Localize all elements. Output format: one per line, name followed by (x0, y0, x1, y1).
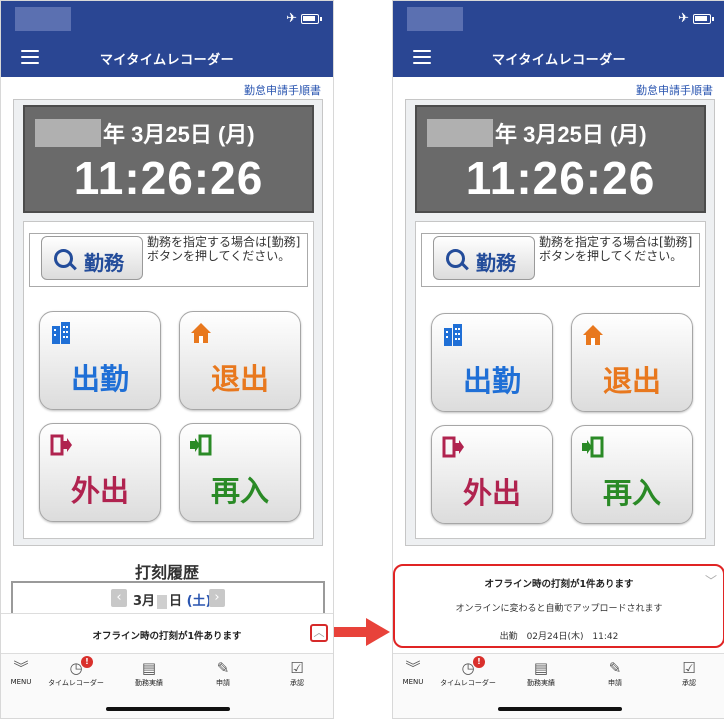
phone-screen-collapsed: ✈ マイタイムレコーダー 勤怠申請手順書 年 3月25日 (月) 11:26:2… (0, 0, 334, 719)
status-bar: ✈ (1, 1, 333, 37)
history-date-nav: ‹ 3月日 (土) › (11, 581, 325, 615)
clock-out-button[interactable]: 退出 (571, 313, 693, 412)
home-indicator (106, 707, 230, 711)
guide-link[interactable]: 勤怠申請手順書 (244, 82, 321, 98)
battery-icon (693, 14, 714, 24)
tab-application[interactable]: ✎ 申請 (191, 658, 255, 688)
app-header: マイタイムレコーダー (1, 37, 333, 77)
tab-application[interactable]: ✎ 申請 (583, 658, 647, 688)
next-day-icon[interactable]: › (209, 589, 225, 607)
current-date: 年 3月25日 (月) (495, 122, 647, 147)
collapse-chevron-down-icon[interactable]: ﹀ (705, 572, 717, 589)
history-title: 打刻履歴 (134, 563, 199, 582)
offline-entry: 出勤 02月24日(木) 11:42 (499, 632, 619, 642)
status-bar: ✈ (393, 1, 724, 37)
go-out-button[interactable]: 外出 (431, 425, 553, 524)
return-button[interactable]: 再入 (179, 423, 301, 522)
home-icon (191, 323, 211, 343)
offline-notice-bar[interactable]: オフライン時の打刻が1件あります (1, 613, 333, 654)
approve-document-icon: ☑ (682, 659, 696, 677)
current-time: 11:26:26 (465, 152, 656, 204)
enter-door-icon (582, 436, 604, 458)
kinmu-help-text: 勤務を指定する場合は[勤務]ボタンを押してください。 (539, 235, 693, 263)
tab-work-results[interactable]: ▤ 勤務実績 (509, 658, 573, 688)
carrier-redacted (407, 7, 463, 31)
document-icon: ▤ (533, 659, 549, 677)
guide-link[interactable]: 勤怠申請手順書 (636, 82, 713, 98)
battery-icon (301, 14, 322, 24)
approve-document-icon: ☑ (290, 659, 304, 677)
tab-time-recorder[interactable]: ◷! タイムレコーダー (436, 656, 500, 688)
clock-in-button[interactable]: 出勤 (39, 311, 161, 410)
clock-out-button[interactable]: 退出 (179, 311, 301, 410)
airplane-icon: ✈ (286, 11, 297, 26)
kinmu-button[interactable]: 勤務 (41, 236, 143, 280)
phone-screen-expanded: ✈ マイタイムレコーダー 勤怠申請手順書 年 3月25日 (月) 11:26:2… (392, 0, 724, 719)
year-redacted (427, 119, 493, 147)
clock-display: 年 3月25日 (月) 11:26:26 (415, 105, 706, 213)
tab-time-recorder[interactable]: ◷! タイムレコーダー (44, 656, 108, 688)
tab-approval[interactable]: ☑ 承認 (657, 658, 721, 688)
offline-notice-title: オフライン時の打刻が1件あります (484, 579, 634, 590)
offline-notice-message: オンラインに変わると自動でアップロードされます (455, 604, 663, 614)
return-button[interactable]: 再入 (571, 425, 693, 524)
prev-day-icon[interactable]: ‹ (111, 589, 127, 607)
go-out-button[interactable]: 外出 (39, 423, 161, 522)
offline-notice-title: オフライン時の打刻が1件あります (92, 631, 242, 642)
clock-display: 年 3月25日 (月) 11:26:26 (23, 105, 314, 213)
app-header: マイタイムレコーダー (393, 37, 724, 77)
exit-door-icon (50, 434, 72, 456)
home-indicator (498, 707, 622, 711)
airplane-icon: ✈ (678, 11, 689, 26)
app-title: マイタイムレコーダー (491, 53, 627, 68)
kinmu-help-text: 勤務を指定する場合は[勤務]ボタンを押してください。 (147, 235, 301, 263)
search-icon (446, 249, 465, 268)
tab-work-results[interactable]: ▤ 勤務実績 (117, 658, 181, 688)
edit-document-icon: ✎ (608, 659, 622, 677)
current-time: 11:26:26 (73, 152, 264, 204)
building-icon (444, 324, 462, 346)
carrier-redacted (15, 7, 71, 31)
clock-in-button[interactable]: 出勤 (431, 313, 553, 412)
year-redacted (35, 119, 101, 147)
history-date: 3月日 (土) (133, 594, 212, 609)
expand-chevron-up-icon[interactable]: ︿ (310, 624, 328, 642)
app-title: マイタイムレコーダー (99, 53, 235, 68)
alert-badge: ! (473, 656, 485, 668)
search-icon (54, 249, 73, 268)
clock-icon: ◷! (436, 656, 500, 678)
tab-approval[interactable]: ☑ 承認 (265, 658, 329, 688)
current-date: 年 3月25日 (月) (103, 122, 255, 147)
enter-door-icon (190, 434, 212, 456)
clock-icon: ◷! (44, 656, 108, 678)
exit-door-icon (442, 436, 464, 458)
transition-arrow-icon (334, 618, 390, 646)
building-icon (52, 322, 70, 344)
home-icon (583, 325, 603, 345)
edit-document-icon: ✎ (216, 659, 230, 677)
alert-badge: ! (81, 656, 93, 668)
kinmu-button[interactable]: 勤務 (433, 236, 535, 280)
document-icon: ▤ (141, 659, 157, 677)
